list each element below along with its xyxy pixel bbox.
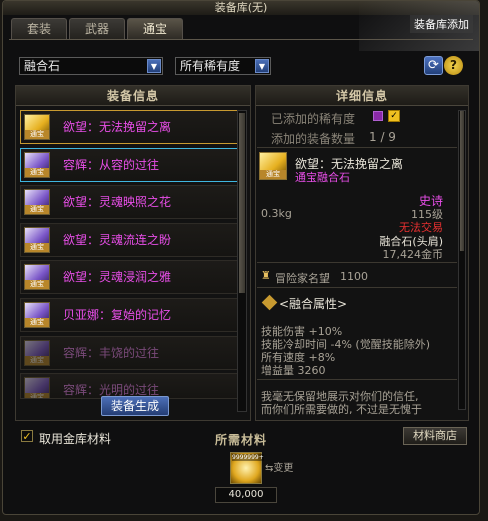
fame-icon: ♜ <box>261 269 271 282</box>
list-item[interactable]: 通宝 欲望：灵魂浸润之雅 <box>20 260 238 295</box>
purple-tongbao-icon: 通宝 <box>24 301 50 328</box>
item-name: 欲望：灵魂浸润之雅 <box>63 270 172 285</box>
detail-info-header: 详细信息 <box>256 86 468 106</box>
item-name: 贝亚娜：复始的记忆 <box>63 307 172 322</box>
detail-item-icon: 通宝 <box>259 152 287 180</box>
purple-tongbao-icon: 通宝 <box>24 151 50 178</box>
material-shop-button[interactable]: 材料商店 <box>403 427 467 445</box>
filter-bar: 融合石 ▼ 所有稀有度 ▼ ⟳ ? <box>19 56 463 77</box>
purple-tongbao-icon: 通宝 <box>24 377 50 399</box>
help-button[interactable]: ? <box>444 56 463 75</box>
change-button[interactable]: ⇆变更 <box>265 459 293 474</box>
list-item[interactable]: 通宝 欲望：灵魂映照之花 <box>20 185 238 220</box>
scrollbar-thumb[interactable] <box>239 113 245 293</box>
divider <box>257 379 457 380</box>
detail-weight: 0.3kg <box>261 207 292 220</box>
overlay-label: 装备库添加 <box>410 15 473 33</box>
equipment-info-panel: 装备信息 通宝 欲望：无法挽留之离 通宝 容辉：从容的过往 通宝 欲望：灵魂映照… <box>15 85 251 421</box>
added-count-label: 添加的装备数量 <box>271 132 356 146</box>
fusion-title: <融合属性> <box>279 297 348 311</box>
flavor-text: 而你们所需要做的, 不过是无愧于 <box>261 403 422 416</box>
divider <box>257 262 457 263</box>
item-name: 欲望：无法挽留之离 <box>63 120 172 134</box>
refresh-button[interactable]: ⟳ <box>424 56 443 75</box>
gold-coin-icon: 9999999+ <box>230 452 264 484</box>
tab-set[interactable]: 套装 <box>11 18 67 39</box>
purple-tongbao-icon: 通宝 <box>24 226 50 253</box>
purple-tongbao-icon: 通宝 <box>24 264 50 291</box>
tab-tongbao[interactable]: 通宝 <box>127 18 183 39</box>
scrollbar-thumb[interactable] <box>460 111 464 251</box>
item-name: 容辉：丰饶的过往 <box>63 345 160 360</box>
list-item[interactable]: 通宝 贝亚娜：复始的记忆 <box>20 297 238 332</box>
divider <box>257 287 457 288</box>
equipment-list-scrollbar[interactable] <box>237 110 247 412</box>
chevron-down-icon[interactable]: ▼ <box>147 59 161 73</box>
category-select[interactable]: 融合石 ▼ <box>19 57 163 75</box>
rarity-select[interactable]: 所有稀有度 ▼ <box>175 57 271 75</box>
fame-label: 冒险家名望 <box>275 272 330 285</box>
tab-divider <box>9 39 473 40</box>
refresh-icon: ⟳ <box>428 58 439 73</box>
item-name: 容辉：从容的过往 <box>63 157 160 172</box>
equipment-library-window: 装备库(无) 装备库添加 套装 武器 通宝 融合石 ▼ 所有稀有度 ▼ ⟳ ? … <box>2 0 480 515</box>
detail-scrollbar[interactable] <box>458 110 466 410</box>
question-icon: ? <box>450 58 457 72</box>
rarity-swatch-epic <box>373 111 383 121</box>
stat-line: 增益量 3260 <box>261 364 326 377</box>
tab-weapon[interactable]: 武器 <box>69 18 125 39</box>
gold-value: 40,000 <box>215 487 277 503</box>
generate-equipment-button[interactable]: 装备生成 <box>101 396 169 416</box>
gold-tongbao-icon: 通宝 <box>24 114 50 140</box>
rarity-check-icon: ✓ <box>388 110 400 122</box>
chevron-down-icon[interactable]: ▼ <box>255 59 269 73</box>
divider <box>257 147 457 148</box>
added-count-value: 1 / 9 <box>369 130 396 144</box>
purple-tongbao-icon: 通宝 <box>24 339 50 366</box>
equipment-info-header: 装备信息 <box>16 86 250 106</box>
change-label: 变更 <box>273 463 294 474</box>
category-value: 融合石 <box>24 59 61 73</box>
added-rarity-label: 已添加的稀有度 <box>271 112 356 126</box>
list-item[interactable]: 通宝 欲望：无法挽留之离 <box>20 110 238 144</box>
purple-tongbao-icon: 通宝 <box>24 189 50 216</box>
rarity-value: 所有稀有度 <box>180 59 241 73</box>
fame-value: 1100 <box>340 270 368 283</box>
detail-price: 17,424金币 <box>382 248 444 261</box>
gold-icon-amount: 9999999+ <box>232 454 264 461</box>
detail-item-type: 通宝融合石 <box>295 171 350 184</box>
equipment-list: 通宝 欲望：无法挽留之离 通宝 容辉：从容的过往 通宝 欲望：灵魂映照之花 通宝… <box>20 110 238 403</box>
item-name: 欲望：灵魂流连之盼 <box>63 232 172 247</box>
list-item[interactable]: 通宝 容辉：从容的过往 <box>20 147 238 182</box>
item-name: 欲望：灵魂映照之花 <box>63 195 172 210</box>
list-item[interactable]: 通宝 欲望：灵魂流连之盼 <box>20 222 238 257</box>
tab-bar: 套装 武器 通宝 <box>11 18 183 39</box>
list-item[interactable]: 通宝 容辉：丰饶的过往 <box>20 335 238 370</box>
